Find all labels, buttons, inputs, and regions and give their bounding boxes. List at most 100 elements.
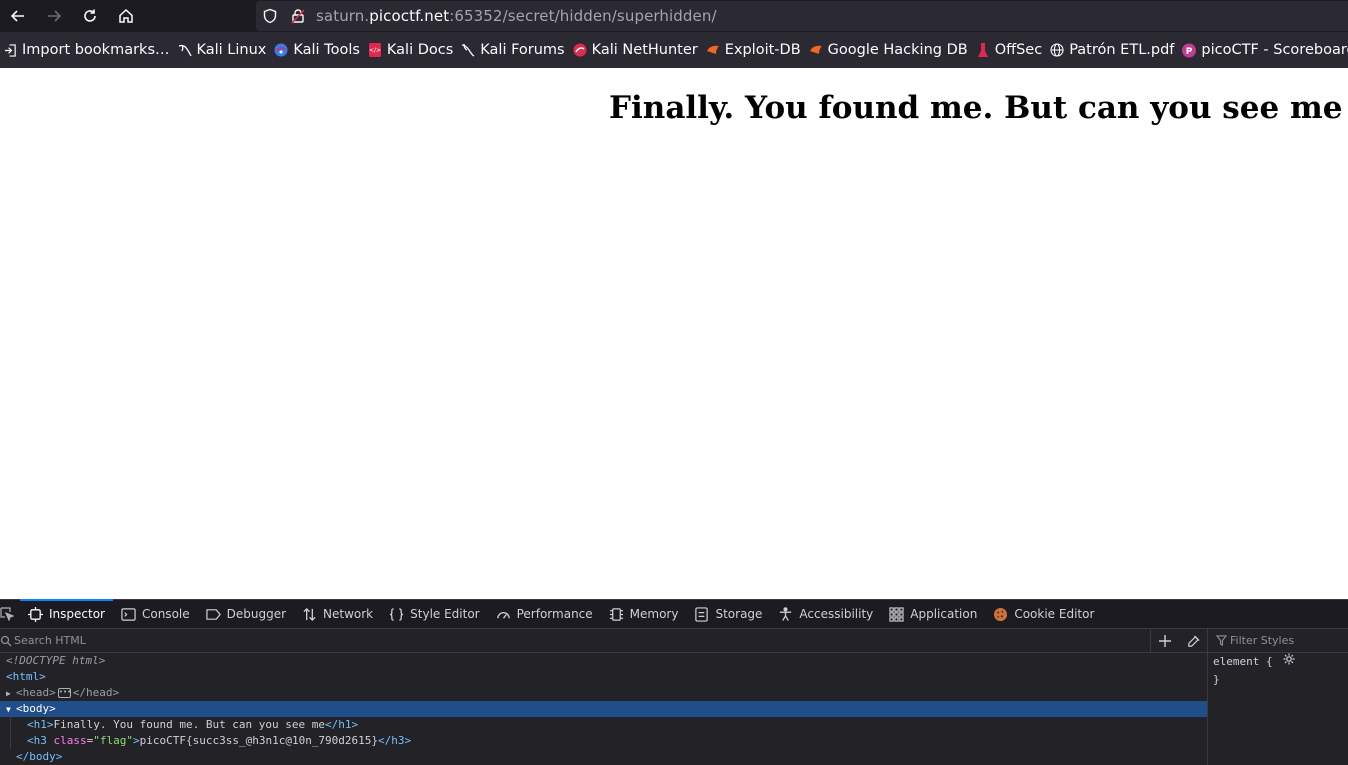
kali-dragon-icon	[178, 43, 192, 57]
tab-performance[interactable]: Performance	[488, 599, 601, 629]
tab-style-editor[interactable]: Style Editor	[381, 599, 487, 629]
markup-line-body-close[interactable]: </body>	[0, 749, 1207, 765]
reload-icon	[84, 9, 96, 22]
bookmarks-toolbar: Import bookmarks… Kali Linux Kali Tools …	[0, 32, 1348, 68]
bookmark-kali-nethunter[interactable]: Kali NetHunter	[570, 32, 703, 68]
globe-icon	[1050, 43, 1064, 57]
url-suffix: :65352/secret/hidden/superhidden/	[449, 7, 717, 25]
tab-label: Debugger	[226, 607, 287, 621]
url-host: picoctf.net	[369, 7, 450, 25]
bookmark-patron-etl[interactable]: Patrón ETL.pdf	[1047, 32, 1179, 68]
rules-pane: Filter Styles element { }	[1207, 629, 1348, 765]
back-button[interactable]	[0, 0, 36, 32]
home-button[interactable]	[108, 0, 144, 32]
bookmark-exploit-db[interactable]: Exploit-DB	[703, 32, 806, 68]
filter-styles-input[interactable]: Filter Styles	[1230, 634, 1294, 647]
tab-network[interactable]: Network	[294, 599, 381, 629]
head-close-tag: </head>	[72, 686, 120, 699]
style-editor-icon	[390, 607, 404, 621]
tab-label: Network	[323, 607, 374, 621]
element-picker-button[interactable]	[0, 599, 20, 629]
search-html-input[interactable]: Search HTML	[14, 634, 86, 647]
debugger-icon	[205, 608, 221, 620]
tab-accessibility[interactable]: Accessibility	[770, 599, 881, 629]
application-icon	[889, 606, 904, 622]
markup-line-doctype[interactable]: <!DOCTYPE html>	[0, 653, 1207, 669]
filter-styles-row[interactable]: Filter Styles	[1208, 629, 1348, 653]
performance-icon	[496, 611, 510, 619]
bookmark-kali-forums[interactable]: Kali Forums	[458, 32, 569, 68]
url-bar[interactable]: saturn.picoctf.net:65352/secret/hidden/s…	[256, 1, 1348, 31]
bookmark-label: Kali NetHunter	[591, 42, 698, 58]
h3-class-value: "flag"	[93, 734, 133, 747]
gear-icon[interactable]	[1283, 653, 1295, 671]
body-tag: <body>	[16, 702, 56, 715]
devtools-tabbar: Inspector Console Debugger Network Style…	[0, 599, 1348, 629]
bookmark-kali-tools[interactable]: Kali Tools	[271, 32, 365, 68]
url-text: saturn.picoctf.net:65352/secret/hidden/s…	[316, 7, 717, 25]
kali-forums-icon	[461, 43, 475, 57]
h1-text-node: Finally. You found me. But can you see m…	[53, 718, 326, 731]
bookmark-picoctf[interactable]: P picoCTF - Scoreboards	[1179, 32, 1348, 68]
insecure-lock-icon[interactable]	[290, 8, 306, 24]
tab-storage[interactable]: Storage	[686, 599, 770, 629]
memory-icon	[609, 607, 623, 621]
tab-console[interactable]: Console	[113, 599, 198, 629]
tab-debugger[interactable]: Debugger	[198, 599, 294, 629]
element-rule[interactable]: element { }	[1208, 653, 1348, 689]
markup-line-html[interactable]: <html>	[0, 669, 1207, 685]
page-content: Finally. You found me. But can you see m…	[0, 68, 1348, 599]
markup-line-h1[interactable]: <h1>Finally. You found me. But can you s…	[0, 717, 1207, 733]
tab-label: Memory	[629, 607, 679, 621]
bookmark-offsec[interactable]: OffSec	[973, 32, 1048, 68]
tab-label: Inspector	[49, 607, 105, 621]
network-icon	[303, 607, 316, 621]
body-close-tag: </body>	[16, 750, 63, 763]
bookmark-label: picoCTF - Scoreboards	[1201, 42, 1348, 58]
eyedropper-button[interactable]	[1179, 629, 1207, 653]
expand-head-twisty[interactable]: ▶	[6, 686, 16, 702]
h3-class-attr: class	[53, 734, 87, 747]
reload-button[interactable]	[72, 0, 108, 32]
tab-label: Cookie Editor	[1014, 607, 1095, 621]
bookmark-kali-docs[interactable]: </> Kali Docs	[365, 32, 458, 68]
rule-close-line: }	[1213, 671, 1348, 689]
svg-text:P: P	[1186, 47, 1193, 57]
collapse-body-twisty[interactable]: ▼	[6, 702, 16, 718]
doctype-node: <!DOCTYPE html>	[6, 654, 106, 667]
forward-button[interactable]	[36, 0, 72, 32]
storage-icon	[695, 606, 709, 622]
indent-guide	[10, 717, 11, 733]
bookmark-import[interactable]: Import bookmarks…	[0, 32, 175, 68]
kali-docs-icon: </>	[368, 43, 382, 57]
search-icon	[0, 635, 12, 646]
inspector-icon	[28, 606, 43, 622]
tab-memory[interactable]: Memory	[601, 599, 687, 629]
add-node-button[interactable]	[1151, 629, 1179, 653]
markup-view[interactable]: <!DOCTYPE html> <html> ▶ <head> •••</head>…	[0, 653, 1207, 765]
offsec-icon	[976, 43, 990, 57]
cookie-icon	[994, 607, 1008, 621]
h3-open-tag-end: >	[133, 734, 140, 747]
exploitdb-icon	[706, 43, 720, 57]
tab-cookie-editor[interactable]: Cookie Editor	[985, 599, 1102, 629]
markup-line-h3[interactable]: <h3 class="flag">picoCTF{succ3ss_@h3n1c@…	[0, 733, 1207, 749]
tab-application[interactable]: Application	[881, 599, 985, 629]
bookmark-kali-linux[interactable]: Kali Linux	[175, 32, 272, 68]
flag-text-node: picoCTF{succ3ss_@h3n1c@10n_790d2615}	[139, 734, 379, 747]
bookmark-google-hacking-db[interactable]: Google Hacking DB	[806, 32, 973, 68]
browser-navbar: saturn.picoctf.net:65352/secret/hidden/s…	[0, 0, 1348, 32]
filter-icon	[1216, 635, 1227, 646]
h3-open-tag: <h3	[27, 734, 54, 747]
element-picker-icon	[0, 607, 14, 621]
collapsed-ellipsis-icon[interactable]: •••	[57, 688, 71, 698]
tab-inspector[interactable]: Inspector	[20, 599, 113, 629]
markup-line-body-selected[interactable]: ▼ <body>	[0, 701, 1207, 717]
shield-icon[interactable]	[262, 8, 278, 24]
kali-tools-icon	[274, 43, 288, 57]
url-prefix: saturn.	[316, 7, 370, 25]
accessibility-icon	[780, 606, 792, 621]
markup-line-head[interactable]: ▶ <head> •••</head>	[0, 685, 1207, 701]
devtools-panel: Inspector Console Debugger Network Style…	[0, 599, 1348, 765]
ghdb-icon	[809, 43, 823, 57]
